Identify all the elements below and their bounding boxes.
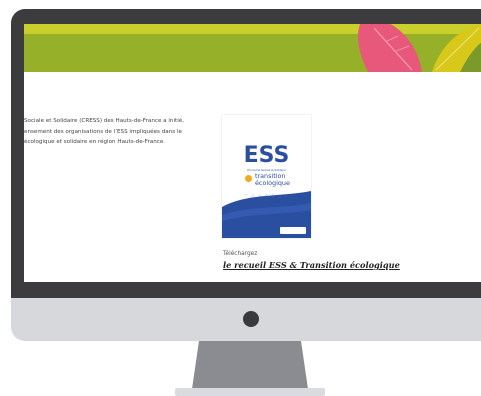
cover-pictogram-row: ♡ ♤ ♧ ◇ ○ △ ☆ [244, 193, 289, 198]
monitor-stand-base [175, 388, 325, 396]
paragraph-line: écologique et solidaire en région Hauts-… [24, 139, 166, 145]
paragraph-line: ensement des organisations de l’ESS impl… [24, 128, 182, 135]
leaf-icon [245, 175, 252, 182]
download-report-link[interactable]: le recueil ESS & Transition écologique [223, 260, 400, 270]
pink-leaf-shape [357, 24, 422, 72]
cover-title: ESS [243, 143, 290, 168]
banner-leaves-decoration [357, 24, 481, 72]
cover-theme: transition écologique [255, 173, 290, 186]
header-banner [24, 24, 481, 72]
intro-paragraph: Sociale et Solidaire (CRESS) des Hauts-d… [24, 116, 224, 148]
publication-cover-image[interactable]: ESS Économie Sociale et Solidaire transi… [222, 115, 311, 238]
download-label: Téléchargez [223, 251, 258, 257]
monitor-screen: Sociale et Solidaire (CRESS) des Hauts-d… [24, 24, 481, 282]
paragraph-line: Sociale et Solidaire (CRESS) des Hauts-d… [24, 118, 185, 124]
cover-theme-line: écologique [255, 178, 290, 187]
power-button-icon [243, 311, 259, 327]
monitor-stand-neck [192, 341, 308, 389]
desktop-monitor-mockup: Sociale et Solidaire (CRESS) des Hauts-d… [0, 0, 481, 396]
